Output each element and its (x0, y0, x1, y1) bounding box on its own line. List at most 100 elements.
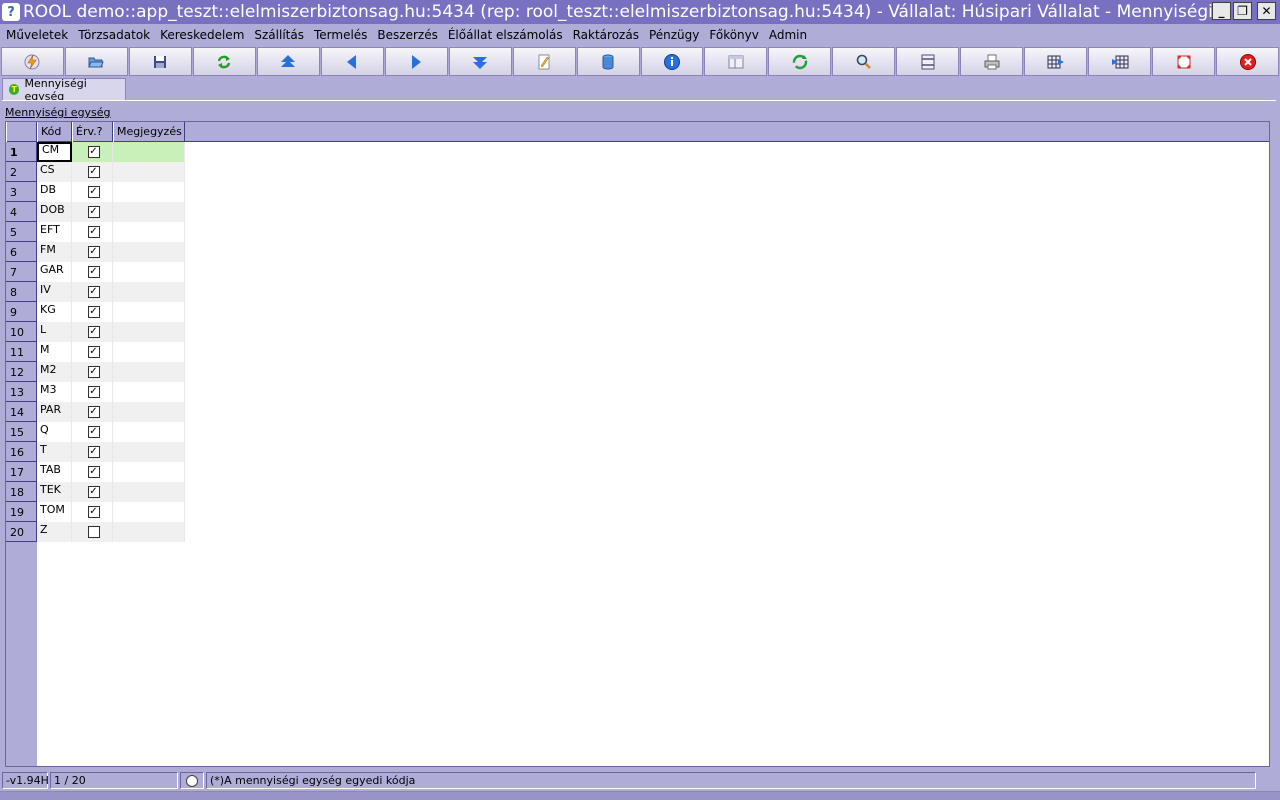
valid-checkbox[interactable]: ✓ (87, 386, 100, 398)
cell-kod[interactable]: IV (37, 282, 72, 302)
table-row[interactable]: 3 DB ✓ (6, 182, 186, 202)
table-row[interactable]: 10 L ✓ (6, 322, 186, 342)
column-header-kod[interactable]: Kód (37, 122, 72, 142)
cell-megjegyzes[interactable] (113, 382, 185, 402)
table-row[interactable]: 9 KG ✓ (6, 302, 186, 322)
cell-megjegyzes[interactable] (113, 202, 185, 222)
restore-button[interactable]: ❐ (1233, 2, 1252, 20)
row-number[interactable]: 1 (6, 142, 37, 162)
cell-kod[interactable]: Q (37, 422, 72, 442)
cell-kod[interactable]: M3 (37, 382, 72, 402)
cell-kod[interactable]: PAR (37, 402, 72, 422)
database-button[interactable] (576, 47, 640, 76)
table-row[interactable]: 12 M2 ✓ (6, 362, 186, 382)
valid-checkbox[interactable]: ✓ (87, 446, 100, 458)
menu-kereskedelem[interactable]: Kereskedelem (160, 28, 244, 42)
close-window-button[interactable]: ✕ (1257, 2, 1276, 20)
cell-megjegyzes[interactable] (113, 162, 185, 182)
table-row[interactable]: 16 T ✓ (6, 442, 186, 462)
row-number[interactable]: 3 (6, 182, 37, 202)
grid-import-button[interactable] (1088, 47, 1152, 76)
row-number[interactable]: 15 (6, 422, 37, 442)
table-row[interactable]: 17 TAB ✓ (6, 462, 186, 482)
valid-checkbox[interactable]: ✓ (87, 246, 100, 258)
cell-kod[interactable]: M2 (37, 362, 72, 382)
app-icon[interactable]: ? (2, 3, 20, 21)
info-button[interactable] (640, 47, 704, 76)
cell-megjegyzes[interactable] (113, 482, 185, 502)
row-number[interactable]: 17 (6, 462, 37, 482)
cell-megjegyzes[interactable] (113, 502, 185, 522)
valid-checkbox[interactable]: ✓ (87, 346, 100, 358)
menu-fokonyv[interactable]: Főkönyv (709, 28, 759, 42)
cell-kod[interactable]: FM (37, 242, 72, 262)
valid-checkbox[interactable]: ✓ (87, 266, 100, 278)
valid-checkbox[interactable] (87, 526, 100, 538)
search-button[interactable] (832, 47, 896, 76)
row-number[interactable]: 16 (6, 442, 37, 462)
reload-button[interactable] (768, 47, 832, 76)
cell-megjegyzes[interactable] (113, 322, 185, 342)
valid-checkbox[interactable]: ✓ (87, 366, 100, 378)
table-row[interactable]: 13 M3 ✓ (6, 382, 186, 402)
cell-megjegyzes[interactable] (113, 282, 185, 302)
menu-torzsadatok[interactable]: Törzsadatok (78, 28, 150, 42)
cell-megjegyzes[interactable] (113, 402, 185, 422)
valid-checkbox[interactable]: ✓ (87, 226, 100, 238)
row-number[interactable]: 7 (6, 262, 37, 282)
cell-kod[interactable]: GAR (37, 262, 72, 282)
refresh-button[interactable] (192, 47, 256, 76)
menu-raktarozas[interactable]: Raktározás (573, 28, 639, 42)
table-row[interactable]: 8 IV ✓ (6, 282, 186, 302)
table-row[interactable]: 14 PAR ✓ (6, 402, 186, 422)
valid-checkbox[interactable]: ✓ (87, 166, 100, 178)
column-header-ervenyes[interactable]: Érv.? (72, 122, 113, 142)
valid-checkbox[interactable]: ✓ (87, 426, 100, 438)
cell-megjegyzes[interactable] (113, 262, 185, 282)
form-view-button[interactable] (704, 47, 768, 76)
valid-checkbox[interactable]: ✓ (87, 206, 100, 218)
table-row[interactable]: 4 DOB ✓ (6, 202, 186, 222)
previous-record-button[interactable] (320, 47, 384, 76)
minimize-button[interactable]: _ (1212, 2, 1231, 20)
menu-beszerzes[interactable]: Beszerzés (377, 28, 437, 42)
row-number[interactable]: 13 (6, 382, 37, 402)
next-record-button[interactable] (384, 47, 448, 76)
print-button[interactable] (960, 47, 1024, 76)
cell-kod[interactable]: DOB (37, 202, 72, 222)
row-number[interactable]: 11 (6, 342, 37, 362)
cell-kod[interactable]: TEK (37, 482, 72, 502)
fullscreen-button[interactable] (1152, 47, 1216, 76)
row-number[interactable]: 2 (6, 162, 37, 182)
row-number[interactable]: 10 (6, 322, 37, 342)
valid-checkbox[interactable]: ✓ (87, 306, 100, 318)
menu-eloallat-elszamolas[interactable]: Élőállat elszámolás (448, 28, 563, 42)
valid-checkbox[interactable]: ✓ (87, 506, 100, 518)
valid-checkbox[interactable]: ✓ (87, 486, 100, 498)
cell-megjegyzes[interactable] (113, 442, 185, 462)
cell-megjegyzes[interactable] (113, 522, 185, 542)
table-row[interactable]: 19 TOM ✓ (6, 502, 186, 522)
table-row[interactable]: 20 Z (6, 522, 186, 542)
table-row[interactable]: 1 CM ✓ (6, 142, 186, 162)
cell-megjegyzes[interactable] (113, 242, 185, 262)
valid-checkbox[interactable]: ✓ (87, 466, 100, 478)
open-button[interactable] (64, 47, 128, 76)
menu-admin[interactable]: Admin (769, 28, 807, 42)
row-number[interactable]: 19 (6, 502, 37, 522)
menu-termeles[interactable]: Termelés (314, 28, 367, 42)
cell-kod[interactable]: M (37, 342, 72, 362)
action-button[interactable] (1, 47, 64, 76)
row-number[interactable]: 8 (6, 282, 37, 302)
table-row[interactable]: 2 CS ✓ (6, 162, 186, 182)
cell-kod[interactable]: T (37, 442, 72, 462)
row-number[interactable]: 14 (6, 402, 37, 422)
header-corner[interactable] (6, 122, 37, 142)
table-row[interactable]: 5 EFT ✓ (6, 222, 186, 242)
row-number[interactable]: 9 (6, 302, 37, 322)
menu-muveletek[interactable]: Műveletek (6, 28, 68, 42)
cell-kod[interactable]: CM (37, 142, 72, 162)
table-row[interactable]: 6 FM ✓ (6, 242, 186, 262)
cell-megjegyzes[interactable] (113, 182, 185, 202)
valid-checkbox[interactable]: ✓ (87, 186, 100, 198)
